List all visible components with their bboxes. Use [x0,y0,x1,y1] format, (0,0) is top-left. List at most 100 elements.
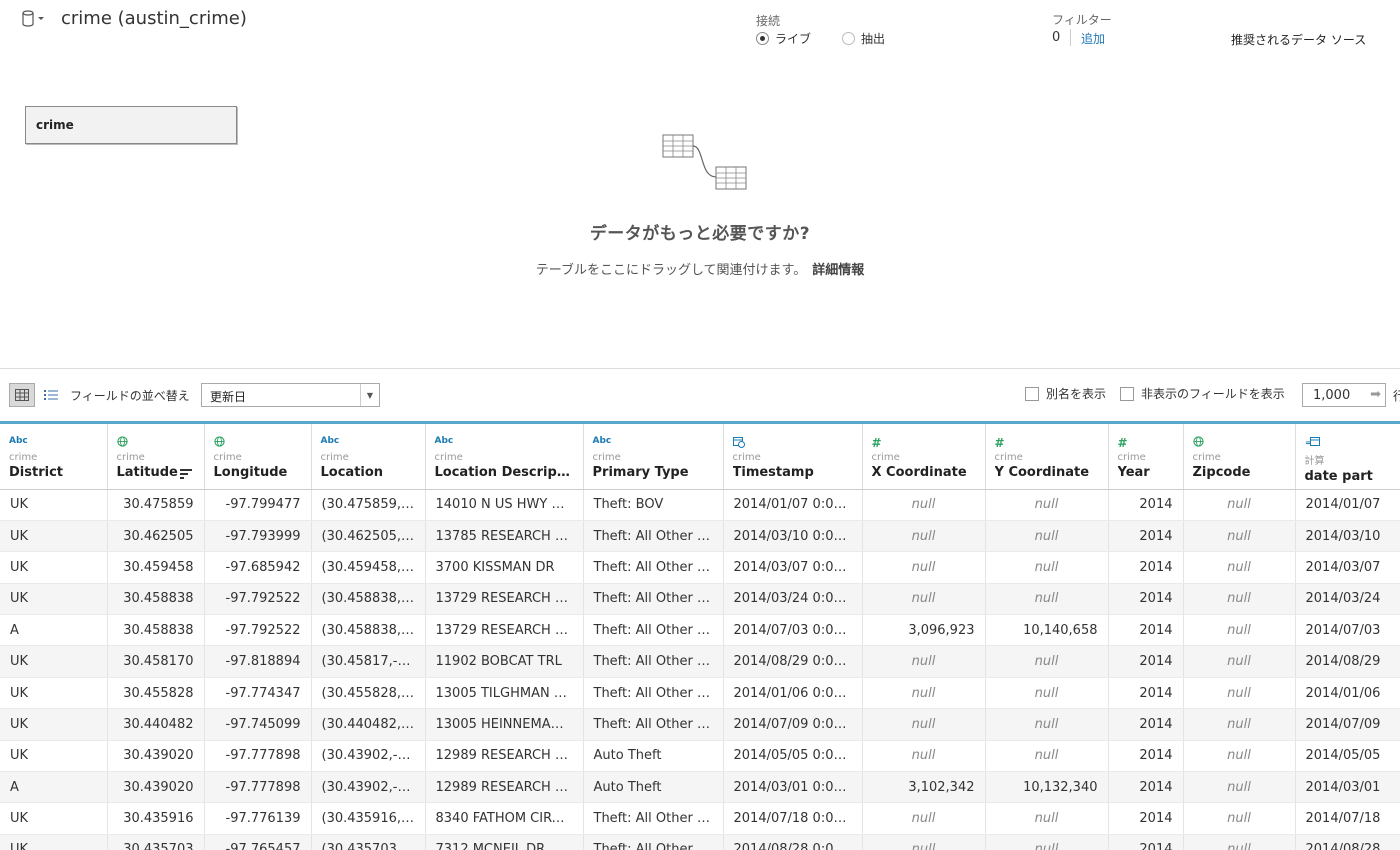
table-cell[interactable]: -97.792522 [204,614,312,647]
column-name[interactable]: Longitude [214,465,302,480]
table-cell[interactable]: 12989 RESEARCH BL... [425,771,584,804]
table-cell[interactable]: -97.765457 [204,834,312,850]
sort-descending-icon[interactable] [179,468,192,483]
arrow-right-icon[interactable]: ➡ [1370,387,1381,402]
table-cell[interactable]: null [985,740,1109,773]
table-cell[interactable]: 2014/07/03 [1295,614,1400,647]
table-cell[interactable]: (30.455828,-... [311,677,426,710]
table-cell[interactable]: 2014/08/28 0:00:00 [723,834,863,850]
table-cell[interactable]: Theft: All Other La... [583,802,724,835]
table-cell[interactable]: 2014 [1108,771,1184,804]
table-cell[interactable]: null [862,802,986,835]
string-icon[interactable]: Abc [321,436,416,448]
table-cell[interactable]: 2014/07/09 0:00:00 [723,708,863,741]
recommended-datasources-link[interactable]: 推奨されるデータ ソース [1231,31,1366,48]
table-cell[interactable]: null [1183,802,1296,835]
table-cell[interactable]: 3,102,342 [862,771,986,804]
table-cell[interactable]: null [1183,551,1296,584]
table-cell[interactable]: 30.458838 [107,583,205,616]
column-header[interactable]: crime Timestamp [723,424,863,490]
table-cell[interactable]: -97.792522 [204,583,312,616]
column-name[interactable]: Y Coordinate [995,465,1099,480]
table-row[interactable]: UK 30.455828 -97.774347 (30.455828,-... 1300… [0,677,1400,710]
number-icon[interactable]: # [872,436,976,450]
table-cell[interactable]: 2014 [1108,740,1184,773]
table-cell[interactable]: UK [0,708,108,741]
column-header[interactable]: # crime Year [1108,424,1184,490]
table-cell[interactable]: null [1183,489,1296,521]
table-cell[interactable]: Theft: All Other La... [583,677,724,710]
column-header[interactable]: Abc crime District [0,424,108,490]
table-cell[interactable]: null [862,489,986,521]
table-cell[interactable]: 30.475859 [107,489,205,521]
column-header[interactable]: Abc crime Primary Type [583,424,724,490]
filter-add-link[interactable]: 追加 [1081,30,1105,47]
table-row[interactable]: UK 30.435916 -97.776139 (30.435916,-... 8340… [0,802,1400,835]
table-cell[interactable]: UK [0,677,108,710]
table-cell[interactable]: UK [0,583,108,616]
table-cell[interactable]: 2014/07/09 [1295,708,1400,741]
table-cell[interactable]: 30.455828 [107,677,205,710]
table-cell[interactable]: -97.745099 [204,708,312,741]
table-cell[interactable]: Theft: All Other La... [583,583,724,616]
table-row[interactable]: UK 30.435703 -97.765457 (30.435703,-... 7312… [0,834,1400,850]
table-cell[interactable]: null [1183,520,1296,553]
table-cell[interactable]: null [1183,771,1296,804]
table-cell[interactable]: 30.435703 [107,834,205,850]
column-name[interactable]: Primary Type [593,465,714,480]
table-cell[interactable]: null [862,520,986,553]
table-cell[interactable]: null [862,740,986,773]
table-cell[interactable]: 2014/01/06 [1295,677,1400,710]
table-cell[interactable]: 2014 [1108,489,1184,521]
table-cell[interactable]: 2014/07/03 0:00:00 [723,614,863,647]
table-cell[interactable]: UK [0,520,108,553]
table-cell[interactable]: A [0,771,108,804]
table-cell[interactable]: 10,132,340 [985,771,1109,804]
table-cell[interactable]: 2014/05/05 [1295,740,1400,773]
table-cell[interactable]: UK [0,802,108,835]
table-cell[interactable]: null [985,677,1109,710]
table-cell[interactable]: null [862,708,986,741]
table-cell[interactable]: 13729 RESEARCH BL... [425,614,584,647]
table-cell[interactable]: 2014 [1108,834,1184,850]
column-name[interactable]: Zipcode [1193,465,1286,480]
column-header[interactable]: crime Longitude [204,424,312,490]
table-cell[interactable]: 30.440482 [107,708,205,741]
table-row[interactable]: A 30.458838 -97.792522 (30.458838,-... 13729… [0,614,1400,647]
table-cell[interactable]: (30.459458,-... [311,551,426,584]
table-row[interactable]: UK 30.440482 -97.745099 (30.440482,-... 1300… [0,708,1400,741]
table-cell[interactable]: null [1183,708,1296,741]
table-cell[interactable]: 30.439020 [107,771,205,804]
table-cell[interactable]: 30.459458 [107,551,205,584]
connection-live-radio[interactable]: ライブ [756,30,811,47]
column-name[interactable]: Timestamp [733,465,853,480]
table-cell[interactable]: 2014 [1108,802,1184,835]
table-cell[interactable]: Auto Theft [583,740,724,773]
table-cell[interactable]: Theft: BOV [583,489,724,521]
table-cell[interactable]: 13005 HEINNEMANN... [425,708,584,741]
table-cell[interactable]: -97.776139 [204,802,312,835]
column-name[interactable]: Location [321,465,416,480]
learn-more-link[interactable]: 詳細情報 [812,263,864,278]
table-cell[interactable]: (30.43902,-9... [311,740,426,773]
table-cell[interactable]: 2014 [1108,645,1184,678]
column-header[interactable]: # crime X Coordinate [862,424,986,490]
table-cell[interactable]: 2014/01/06 0:00:00 [723,677,863,710]
table-cell[interactable]: A [0,614,108,647]
table-cell[interactable]: 30.462505 [107,520,205,553]
table-cell[interactable]: 13005 TILGHMAN TR... [425,677,584,710]
sort-fields-select[interactable]: 更新日 ▼ [201,383,380,407]
table-cell[interactable]: 2014 [1108,551,1184,584]
table-cell[interactable]: null [985,489,1109,521]
table-cell[interactable]: 13785 RESEARCH BL... [425,520,584,553]
table-cell[interactable]: 2014/03/07 0:00:00 [723,551,863,584]
table-cell[interactable]: (30.440482,-... [311,708,426,741]
table-cell[interactable]: UK [0,645,108,678]
table-cell[interactable]: 2014/05/05 0:00:00 [723,740,863,773]
table-cell[interactable]: 11902 BOBCAT TRL [425,645,584,678]
show-aliases-checkbox[interactable]: 別名を表示 [1025,385,1106,402]
table-cell[interactable]: 2014/07/18 [1295,802,1400,835]
table-cell[interactable]: null [1183,834,1296,850]
datasource-icon[interactable] [20,10,46,28]
table-cell[interactable]: -97.685942 [204,551,312,584]
